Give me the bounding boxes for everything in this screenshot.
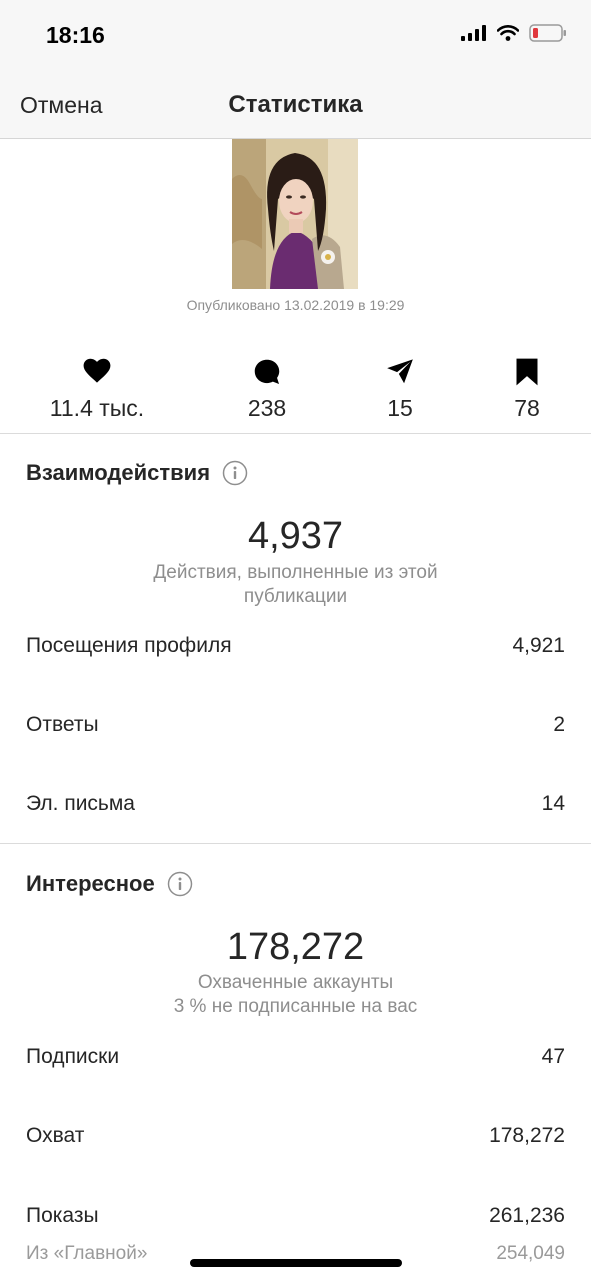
divider [0, 843, 591, 844]
comment-icon [197, 358, 337, 388]
status-time: 18:16 [46, 22, 105, 48]
replies-label: Ответы [26, 713, 99, 736]
saves-count: 78 [514, 395, 540, 421]
profile-visits-label: Посещения профиля [26, 634, 232, 657]
wifi-icon [497, 25, 519, 41]
likes-count: 11.4 тыс. [49, 395, 145, 421]
accounts-reached-label: Охваченные аккаунты [197, 972, 394, 993]
comments-counter: 238 [197, 358, 337, 422]
saves-counter: 78 [457, 358, 591, 422]
page-title: Статистика [228, 91, 363, 118]
interactions-header: Взаимодействия [26, 460, 248, 486]
likes-counter: 11.4 тыс. [27, 358, 167, 422]
battery-icon [529, 24, 566, 42]
follows-label: Подписки [26, 1045, 120, 1068]
interactions-description-line1: Действия, выполненные из этой [153, 562, 438, 583]
discovery-title: Интересное [26, 871, 155, 896]
discovery-description: Охваченные аккаунты 3 % не подписанные н… [0, 971, 591, 1019]
replies-value: 2 [553, 713, 565, 736]
heart-icon [27, 358, 167, 388]
info-icon[interactable] [222, 460, 248, 486]
home-indicator[interactable] [190, 1259, 402, 1267]
published-date: Опубликовано 13.02.2019 в 19:29 [186, 297, 405, 313]
impressions-value: 261,236 [489, 1204, 565, 1227]
reach-label: Охват [26, 1124, 85, 1147]
emails-label: Эл. письма [26, 792, 135, 815]
non-followers-label: 3 % не подписанные на вас [173, 996, 418, 1017]
info-icon[interactable] [167, 871, 193, 897]
divider [0, 433, 591, 434]
bookmark-icon [457, 358, 591, 388]
send-icon [330, 358, 470, 388]
from-home-label: Из «Главной» [26, 1243, 148, 1264]
follows-value: 47 [541, 1045, 565, 1068]
interactions-description-line2: публикации [243, 586, 348, 607]
cellular-signal-icon [461, 25, 486, 41]
discovery-total: 178,272 [226, 926, 365, 968]
shares-count: 15 [387, 395, 413, 421]
reach-value: 178,272 [489, 1124, 565, 1147]
status-icons [461, 24, 567, 42]
discovery-header: Интересное [26, 871, 193, 897]
impressions-label: Показы [26, 1204, 99, 1227]
nav-bar: Отмена Статистика [0, 70, 591, 139]
post-thumbnail [232, 139, 358, 289]
status-bar: 18:16 [0, 0, 591, 70]
interactions-description: Действия, выполненные из этой публикации [0, 561, 591, 609]
profile-visits-value: 4,921 [512, 634, 565, 657]
interactions-total: 4,937 [247, 515, 344, 557]
shares-counter: 15 [330, 358, 470, 422]
emails-value: 14 [541, 792, 565, 815]
interactions-title: Взаимодействия [26, 460, 211, 485]
from-home-value: 254,049 [496, 1243, 565, 1264]
comments-count: 238 [247, 395, 287, 421]
